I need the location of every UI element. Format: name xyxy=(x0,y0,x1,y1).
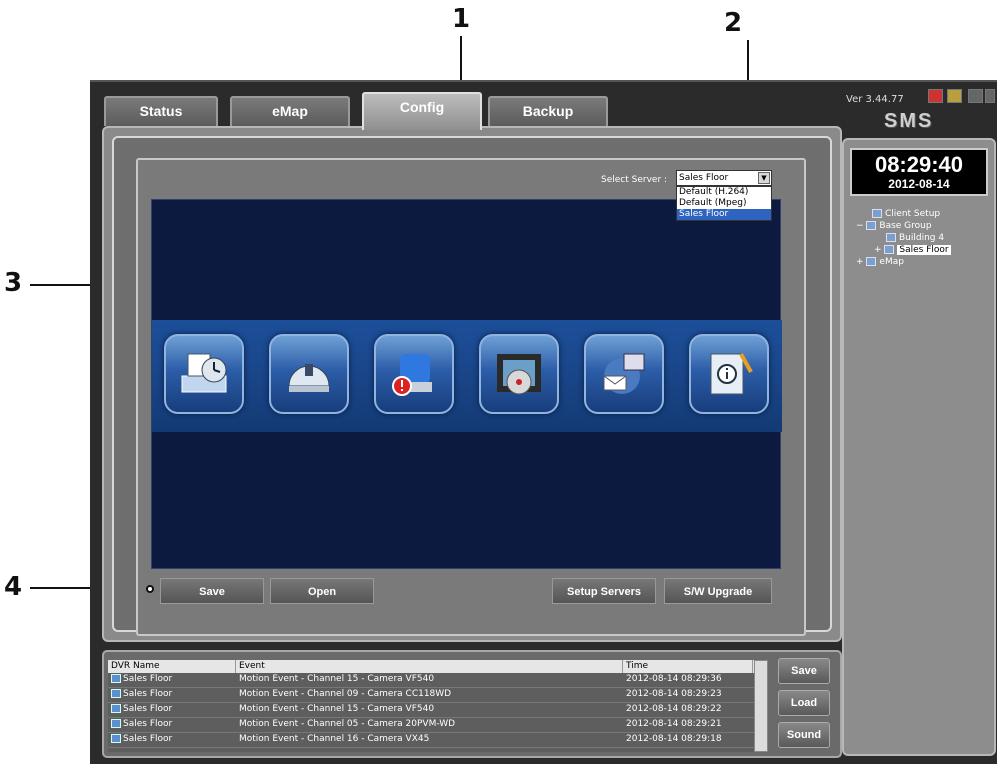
alert-icon[interactable] xyxy=(928,89,943,103)
camera-dome-icon[interactable] xyxy=(269,334,349,414)
select-server-label: Select Server : xyxy=(601,175,668,185)
info-notebook-icon[interactable] xyxy=(689,334,769,414)
log-save-button[interactable]: Save xyxy=(778,658,830,684)
callout-4: 4 xyxy=(4,572,23,602)
dvr-icon xyxy=(111,704,121,713)
tree-item-client-setup[interactable]: Client Setup xyxy=(872,208,940,220)
server-option-selected[interactable]: Sales Floor xyxy=(677,209,771,220)
table-row[interactable]: Sales Floor Motion Event - Channel 05 - … xyxy=(108,718,768,733)
side-panel: 08:29:40 2012-08-14 Client Setup − Base … xyxy=(842,138,996,756)
table-row[interactable]: Sales Floor Motion Event - Channel 09 - … xyxy=(108,688,768,703)
clock-time: 08:29:40 xyxy=(874,152,964,177)
event-text: Motion Event - Channel 05 - Camera 20PVM… xyxy=(239,719,456,729)
callout-4-dot xyxy=(146,585,154,593)
log-sound-button[interactable]: Sound xyxy=(778,722,830,748)
callout-3: 3 xyxy=(4,268,23,298)
dvr-icon xyxy=(111,719,121,728)
app-window: Status eMap Config Backup Select Server … xyxy=(90,80,997,764)
table-row[interactable]: Sales Floor Motion Event - Channel 15 - … xyxy=(108,703,768,718)
clock-display: 08:29:40 2012-08-14 xyxy=(850,148,988,196)
email-network-icon[interactable] xyxy=(584,334,664,414)
close-icon[interactable] xyxy=(985,89,995,103)
version-label: Ver 3.44.77 xyxy=(846,94,904,105)
callout-2: 2 xyxy=(724,8,743,38)
server-dropdown-value: Sales Floor xyxy=(679,173,729,183)
settings-icon[interactable] xyxy=(947,89,962,103)
tree-item-base-group[interactable]: − Base Group xyxy=(856,220,932,232)
tree-item-building-4[interactable]: Building 4 xyxy=(886,232,944,244)
tab-emap[interactable]: eMap xyxy=(230,96,350,126)
event-text: Motion Event - Channel 15 - Camera VF540 xyxy=(239,674,435,684)
client-setup-icon xyxy=(872,209,882,218)
event-text: Motion Event - Channel 15 - Camera VF540 xyxy=(239,704,435,714)
sw-upgrade-button[interactable]: S/W Upgrade xyxy=(664,578,772,604)
table-row[interactable]: Sales Floor Motion Event - Channel 16 - … xyxy=(108,733,768,748)
tab-status[interactable]: Status xyxy=(104,96,218,126)
event-log-panel: DVR Name Event Time Sales Floor Motion E… xyxy=(102,650,842,758)
clock-date: 2012-08-14 xyxy=(888,177,950,191)
group-icon xyxy=(866,221,877,230)
save-button[interactable]: Save xyxy=(160,578,264,604)
log-load-button[interactable]: Load xyxy=(778,690,830,716)
tree-item-sales-floor[interactable]: + Sales Floor xyxy=(874,244,951,256)
setup-servers-button[interactable]: Setup Servers xyxy=(552,578,656,604)
dvr-name: Sales Floor xyxy=(123,689,173,699)
server-dropdown[interactable]: Sales Floor ▼ xyxy=(676,170,772,186)
building-icon xyxy=(886,233,896,242)
server-option[interactable]: Default (H.264) xyxy=(677,187,771,198)
dvr-name: Sales Floor xyxy=(123,719,173,729)
brand-logo: SMS xyxy=(884,110,934,132)
column-header-time[interactable]: Time xyxy=(623,660,753,673)
event-log-table: DVR Name Event Time Sales Floor Motion E… xyxy=(108,660,768,752)
table-row[interactable]: Sales Floor Motion Event - Channel 15 - … xyxy=(108,673,768,688)
event-text: Motion Event - Channel 09 - Camera CC118… xyxy=(239,689,452,699)
chevron-down-icon[interactable]: ▼ xyxy=(758,172,770,184)
dvr-icon xyxy=(111,674,121,683)
server-option[interactable]: Default (Mpeg) xyxy=(677,198,771,209)
event-time: 2012-08-14 08:29:36 xyxy=(626,674,722,684)
event-time: 2012-08-14 08:29:22 xyxy=(626,704,722,714)
tab-backup[interactable]: Backup xyxy=(488,96,608,126)
tab-config[interactable]: Config xyxy=(362,92,482,130)
event-time: 2012-08-14 08:29:23 xyxy=(626,689,722,699)
event-time: 2012-08-14 08:29:18 xyxy=(626,734,722,744)
column-header-event[interactable]: Event xyxy=(236,660,623,673)
dvr-icon xyxy=(884,245,895,254)
tree-item-emap[interactable]: + eMap xyxy=(856,256,904,268)
dvr-name: Sales Floor xyxy=(123,734,173,744)
server-options-list: Default (H.264) Default (Mpeg) Sales Flo… xyxy=(676,186,772,221)
dvr-name: Sales Floor xyxy=(123,674,173,684)
open-button[interactable]: Open xyxy=(270,578,374,604)
emap-icon xyxy=(866,257,877,266)
dvr-icon xyxy=(111,689,121,698)
table-header: DVR Name Event Time xyxy=(108,660,768,673)
film-reel-icon[interactable] xyxy=(479,334,559,414)
event-time: 2012-08-14 08:29:21 xyxy=(626,719,722,729)
log-scrollbar[interactable] xyxy=(754,660,768,752)
alarm-siren-icon[interactable] xyxy=(374,334,454,414)
dvr-name: Sales Floor xyxy=(123,704,173,714)
event-text: Motion Event - Channel 16 - Camera VX45 xyxy=(239,734,430,744)
column-header-dvr-name[interactable]: DVR Name xyxy=(108,660,236,673)
callout-1: 1 xyxy=(452,4,471,34)
right-panel: Ver 3.44.77 SMS 08:29:40 2012-08-14 Clie… xyxy=(842,82,997,766)
minimize-icon[interactable] xyxy=(968,89,983,103)
config-workspace xyxy=(151,199,782,569)
dvr-icon xyxy=(111,734,121,743)
schedule-icon[interactable] xyxy=(164,334,244,414)
config-icon-band xyxy=(152,320,782,432)
